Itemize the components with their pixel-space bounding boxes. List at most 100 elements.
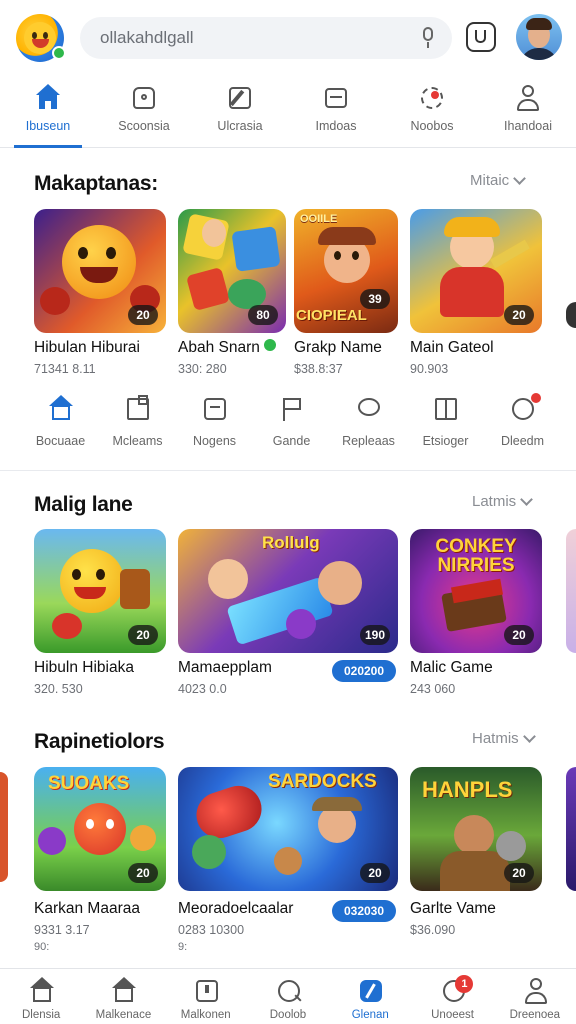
game-card[interactable]: 20 Hibulan Hiburai 71341 8.11 <box>34 209 166 379</box>
bottom-navigation: Dlensia Malkenace Malkonen Doolob Glenan… <box>0 968 576 1024</box>
game-meta: 9331 3.17 <box>34 923 90 937</box>
tab-home[interactable]: Ibuseun <box>0 80 96 148</box>
home-icon <box>47 395 75 423</box>
house-icon <box>110 977 137 1003</box>
news-icon <box>322 84 350 112</box>
scan-icon[interactable] <box>466 22 496 52</box>
rating-badge: 20 <box>504 625 534 645</box>
quick-action-tablet[interactable]: Nogens <box>176 395 253 461</box>
game-meta: 71341 8.11 <box>34 362 96 376</box>
see-more-link[interactable]: Latmis <box>472 492 534 510</box>
chevron-down-icon <box>522 729 536 743</box>
see-more-label: Mitaic <box>470 172 510 189</box>
game-thumbnail: SARDOCKS 20 <box>178 767 398 891</box>
see-more-label: Hatmis <box>472 730 519 747</box>
game-name: Karkan Maaraa <box>34 900 140 917</box>
home-icon <box>28 977 55 1003</box>
see-more-link[interactable]: Hatmis <box>472 729 536 747</box>
quick-label: Bocuaae <box>35 434 86 448</box>
tab-settings[interactable]: Noobos <box>384 80 480 147</box>
app-logo[interactable] <box>16 14 66 62</box>
person-icon <box>522 977 548 1004</box>
see-more-link[interactable]: Mitaic <box>470 171 527 189</box>
nav-label: Dreenoea <box>509 1009 561 1021</box>
quick-action-puzzle[interactable]: Mcleams <box>99 395 176 461</box>
rating-badge: 20 <box>128 863 158 883</box>
game-card[interactable]: 20 Main Gateol 90.903 <box>410 209 542 379</box>
game-name: Grakp Name <box>294 339 382 356</box>
verified-icon <box>263 339 276 351</box>
tab-profile[interactable]: Ihandoai <box>480 80 576 147</box>
mic-icon[interactable] <box>420 27 436 49</box>
category-tabs: Ibuseun Scoonsia Ulcrasia Imdoas Noobos … <box>0 80 576 148</box>
art-logo: Rollulg <box>262 533 320 552</box>
top-bar: ollakahdlgall <box>0 0 576 76</box>
price-pill[interactable]: 032030 <box>332 900 396 922</box>
scroll-next-button[interactable] <box>566 302 576 328</box>
chevron-down-icon <box>520 492 534 506</box>
tab-news[interactable]: Imdoas <box>288 80 384 147</box>
tab-label: Imdoas <box>315 119 357 133</box>
game-card[interactable]: SARDOCKS 20 Meoradoelcaalar 032030 0283 … <box>178 767 398 953</box>
game-meta: $38.8:37 <box>294 362 343 376</box>
quick-action-smile[interactable]: Dleedm <box>484 393 561 461</box>
smiley-icon <box>24 22 56 54</box>
game-name-text: Abah Snarn <box>178 339 260 356</box>
avatar[interactable] <box>516 14 562 60</box>
home-icon <box>34 84 62 112</box>
rating-badge: 20 <box>360 863 390 883</box>
quick-action-flag[interactable]: Gande <box>253 395 330 461</box>
game-card[interactable]: 20 Hibuln Hibiaka 320. 530 <box>34 529 166 699</box>
nav-compass[interactable]: Glenan <box>329 969 411 1024</box>
game-name: Garlte Vame <box>410 900 496 917</box>
nav-house[interactable]: Malkenace <box>82 969 164 1024</box>
tab-edit[interactable]: Ulcrasia <box>192 80 288 147</box>
game-meta: 320. 530 <box>34 682 83 696</box>
puzzle-icon <box>124 395 152 423</box>
game-card[interactable]: OOIILE CIOPIEAL 39 Grakp Name $38.8:37 <box>294 209 398 379</box>
nav-search[interactable]: Doolob <box>247 969 329 1024</box>
game-card[interactable]: 80 Abah Snarn 330: 280 <box>178 209 286 379</box>
game-meta: 4023 0.0 <box>178 682 227 696</box>
art-title: OOIILE <box>300 213 338 225</box>
tab-label: Ihandoai <box>504 119 552 133</box>
tab-shop[interactable]: Scoonsia <box>96 80 192 147</box>
rating-badge: 190 <box>359 625 390 645</box>
chevron-down-icon <box>513 171 527 185</box>
search-bar[interactable]: ollakahdlgall <box>80 17 452 59</box>
game-thumbnail: 20 <box>410 209 542 333</box>
tablet-icon <box>193 977 219 1003</box>
quick-label: Etsioger <box>422 434 469 448</box>
game-card[interactable]: SUOAKS 20 Karkan Maaraa 9331 3.17 90: <box>34 767 166 953</box>
game-name: Mamaepplam <box>178 659 272 676</box>
quick-action-book[interactable]: Etsioger <box>407 395 484 461</box>
game-card[interactable]: CONKEY NIRRIES 20 Malic Game 243 060 <box>410 529 542 699</box>
tab-label: Scoonsia <box>118 119 170 133</box>
game-thumbnail: 20 <box>34 529 166 653</box>
game-name: Main Gateol <box>410 339 494 356</box>
nav-notifications[interactable]: 1 Unoeest <box>411 969 493 1024</box>
price-pill[interactable]: 020200 <box>332 660 396 682</box>
game-thumbnail: 80 <box>178 209 286 333</box>
game-card[interactable]: HANPLS 20 Garlte Vame $36.090 <box>410 767 542 952</box>
section-title: Makaptanas: <box>34 172 158 195</box>
rating-badge: 80 <box>248 305 278 325</box>
quick-action-chat[interactable]: Repleaas <box>330 395 407 461</box>
art-logo: HANPLS <box>422 777 513 802</box>
nav-home[interactable]: Dlensia <box>0 969 82 1024</box>
game-meta-secondary: 9: <box>178 941 188 953</box>
game-meta: 243 060 <box>410 682 456 696</box>
section-title: Rapinetiolors <box>34 730 165 753</box>
tab-label: Noobos <box>410 119 454 133</box>
quick-action-home[interactable]: Bocuaae <box>22 395 99 461</box>
nav-tablet[interactable]: Malkonen <box>165 969 247 1024</box>
game-card[interactable]: Rollulg 190 Mamaepplam 020200 4023 0.0 <box>178 529 398 699</box>
search-input[interactable]: ollakahdlgall <box>100 28 420 48</box>
game-name: Meoradoelcaalar <box>178 900 294 917</box>
nav-profile[interactable]: Dreenoea <box>494 969 576 1024</box>
see-more-label: Latmis <box>472 493 517 510</box>
section-title: Malig lane <box>34 493 133 516</box>
bag-icon <box>130 84 158 112</box>
settings-icon <box>418 84 446 112</box>
next-card-peek <box>566 529 576 653</box>
